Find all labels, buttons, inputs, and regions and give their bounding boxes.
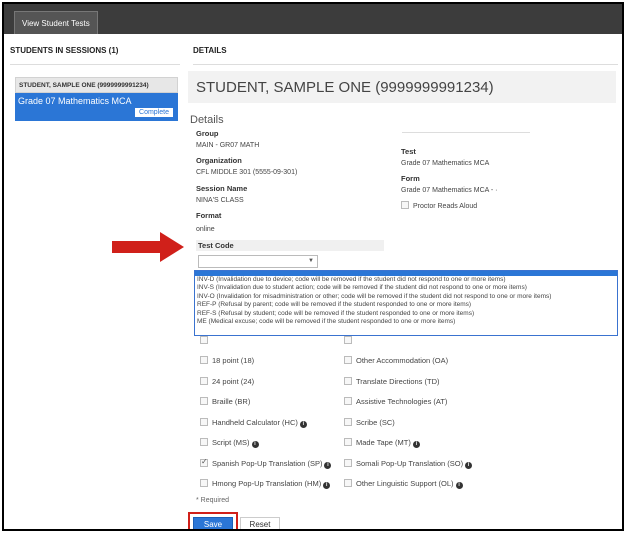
test-code-label: Test Code (198, 241, 234, 250)
checkbox-icon[interactable] (200, 397, 208, 405)
proctor-reads-aloud-option[interactable]: Proctor Reads Aloud (401, 201, 477, 210)
accommodation-option[interactable]: Other Linguistic Support (OL) i (344, 479, 463, 489)
group-value: MAIN - GR07 MATH (196, 142, 260, 149)
info-icon[interactable]: i (299, 420, 307, 428)
accommodation-option[interactable]: Braille (BR) (200, 397, 250, 406)
details-panel-title: DETAILS (193, 46, 227, 55)
dropdown-option[interactable]: INV-D (Invalidation due to device; code … (195, 276, 617, 284)
form-label: Form (401, 174, 420, 183)
session-name-value: NINA'S CLASS (196, 197, 244, 204)
save-button[interactable]: Save (193, 517, 233, 529)
format-value: online (196, 226, 215, 233)
divider (193, 64, 618, 65)
accommodation-label: Hmong Pop-Up Translation (HM) (212, 479, 322, 488)
checkbox-icon[interactable] (401, 201, 409, 209)
accommodation-option[interactable]: Scribe (SC) (344, 417, 395, 427)
accommodation-option[interactable]: 24 point (24) (200, 376, 255, 386)
accommodation-label: Made Tape (MT) (356, 438, 411, 447)
dropdown-option[interactable]: INV-S (Invalidation due to student actio… (195, 284, 617, 292)
info-icon[interactable]: i (465, 461, 473, 469)
accommodation-label: Script (MS) (212, 438, 250, 447)
accommodation-label: Spanish Pop-Up Translation (SP) (212, 458, 323, 468)
info-icon[interactable]: i (251, 441, 259, 448)
accommodation-label: Translate Directions (TD) (356, 376, 440, 386)
chevron-down-icon: ▼ (308, 258, 314, 264)
divider (10, 64, 180, 65)
accommodation-label: Braille (BR) (212, 397, 251, 406)
accommodation-label: Other Linguistic Support (OL) (356, 479, 454, 488)
session-name-label: Session Name (196, 184, 248, 193)
test-value: Grade 07 Mathematics MCA (401, 160, 490, 167)
accommodation-label: Scribe (SC) (356, 417, 395, 427)
test-code-dropdown[interactable]: INV-D (Invalidation due to device; code … (194, 270, 618, 336)
accommodation-option[interactable]: Handheld Calculator (HC) i (200, 417, 307, 428)
proctor-reads-aloud-label: Proctor Reads Aloud (413, 203, 478, 210)
accommodation-label: Other Accommodation (OA) (356, 356, 449, 365)
checkbox-icon[interactable] (200, 417, 208, 426)
dropdown-option[interactable]: INV-O (Invalidation for misadministratio… (195, 293, 617, 301)
dropdown-option[interactable]: ME (Medical excuse; code will be removed… (195, 318, 617, 326)
checkbox-checked-icon[interactable] (200, 457, 208, 467)
test-item-selected[interactable]: Grade 07 Mathematics MCA Complete (15, 93, 178, 121)
accommodation-option[interactable]: 18 point (18) (200, 356, 254, 365)
accommodation-label: Assistive Technologies (AT) (356, 397, 448, 406)
accommodation-cut-off-left (200, 336, 212, 345)
required-note: * Required (196, 497, 230, 504)
details-heading: Details (190, 114, 224, 126)
students-panel-title: STUDENTS IN SESSIONS (1) (10, 46, 119, 55)
group-label: Group (196, 129, 219, 138)
accommodation-label: 24 point (24) (212, 376, 255, 386)
format-label: Format (196, 211, 222, 220)
info-icon[interactable]: i (324, 461, 332, 469)
checkbox-icon[interactable] (344, 356, 352, 364)
checkbox-icon[interactable] (200, 479, 208, 487)
reset-button[interactable]: Reset (240, 517, 280, 529)
top-bar: View Student Tests (4, 4, 622, 34)
accommodation-option[interactable]: Assistive Technologies (AT) (344, 397, 447, 406)
divider (402, 132, 530, 133)
arrow-annotation-icon (112, 232, 184, 262)
accommodation-option[interactable]: Hmong Pop-Up Translation (HM) i (200, 479, 331, 489)
test-code-select[interactable]: ▼ (198, 255, 318, 268)
accommodation-option[interactable]: Made Tape (MT) i (344, 438, 420, 448)
test-label: Test (401, 147, 416, 156)
organization-label: Organization (196, 156, 242, 165)
form-value: Grade 07 Mathematics MCA - · (401, 187, 498, 194)
app-frame: View Student Tests STUDENTS IN SESSIONS … (2, 2, 624, 531)
accommodation-cut-off-right (344, 336, 356, 345)
accommodation-option[interactable]: Script (MS) i (200, 438, 259, 448)
accommodation-label: 18 point (18) (212, 356, 255, 365)
checkbox-icon[interactable] (200, 356, 208, 364)
checkbox-icon[interactable] (200, 438, 208, 446)
checkbox-icon[interactable] (344, 417, 352, 426)
organization-value: CFL MIDDLE 301 (5555-09-301) (196, 169, 298, 176)
accommodation-label: Somali Pop-Up Translation (SO) (356, 458, 464, 468)
tab-view-student-tests[interactable]: View Student Tests (14, 11, 98, 34)
checkbox-icon[interactable] (344, 397, 352, 405)
info-icon[interactable]: i (323, 482, 331, 489)
accommodation-option[interactable]: Other Accommodation (OA) (344, 356, 448, 365)
dropdown-option[interactable]: REF-S (Refusal by student; code will be … (195, 310, 617, 318)
student-item[interactable]: STUDENT, SAMPLE ONE (9999999991234) (15, 77, 178, 93)
dropdown-option[interactable]: REF-P (Refusal by parent; code will be r… (195, 301, 617, 309)
student-name-banner: STUDENT, SAMPLE ONE (9999999991234) (188, 71, 616, 103)
test-item-label: Grade 07 Mathematics MCA (18, 96, 132, 106)
info-icon[interactable]: i (412, 441, 420, 448)
accommodation-option[interactable]: Somali Pop-Up Translation (SO) i (344, 458, 473, 469)
accommodation-option[interactable]: Translate Directions (TD) (344, 376, 440, 386)
checkbox-icon[interactable] (344, 376, 352, 385)
accommodation-label: Handheld Calculator (HC) (212, 417, 298, 427)
checkbox-icon[interactable] (344, 458, 352, 467)
status-badge: Complete (134, 107, 174, 118)
checkbox-icon[interactable] (344, 479, 352, 487)
checkbox-icon[interactable] (344, 438, 352, 446)
info-icon[interactable]: i (455, 482, 463, 489)
accommodation-option[interactable]: Spanish Pop-Up Translation (SP)i (200, 457, 332, 469)
checkbox-icon[interactable] (200, 376, 208, 385)
